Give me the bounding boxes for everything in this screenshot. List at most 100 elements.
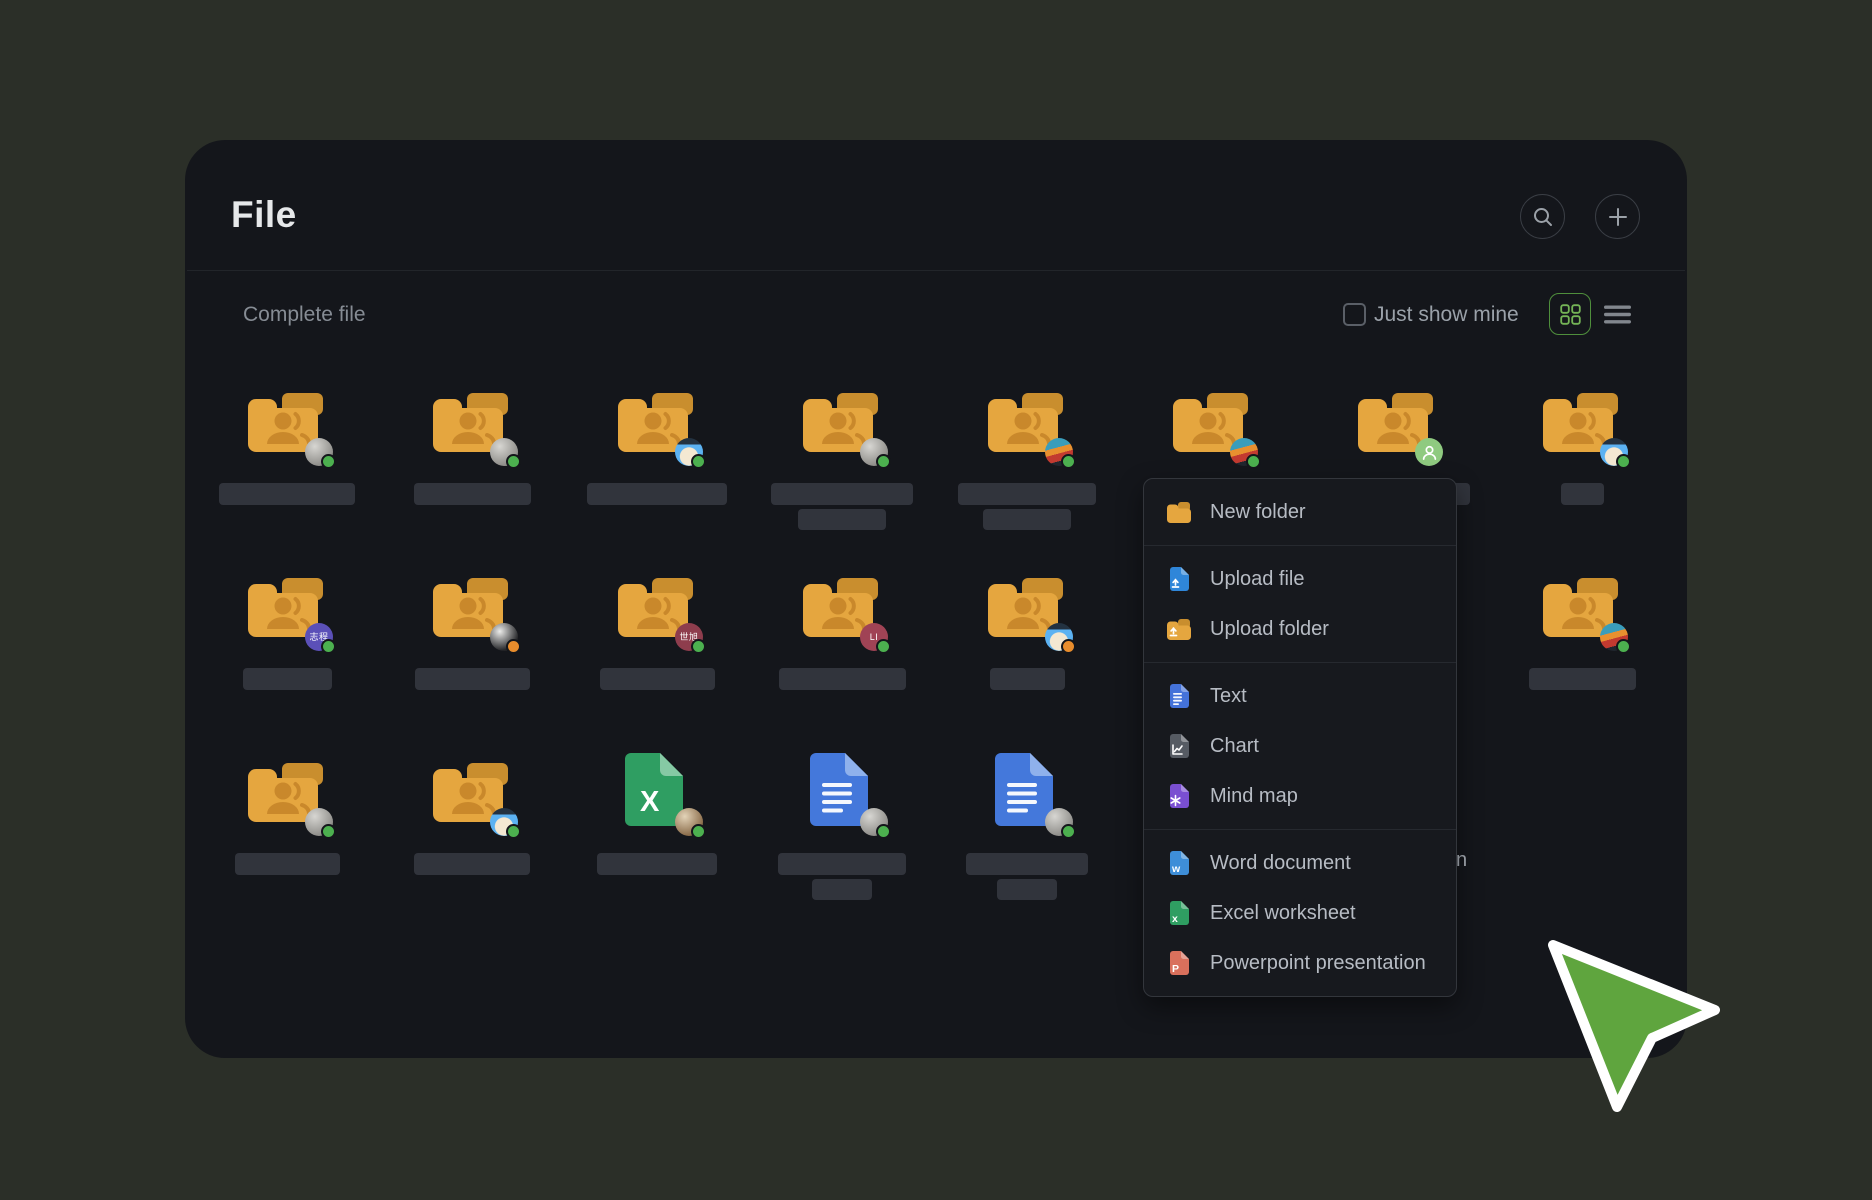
owner-avatar: LI <box>860 623 888 651</box>
owner-avatar <box>305 438 333 466</box>
excel-file-icon: X <box>625 753 683 826</box>
file-name-skeleton <box>958 483 1096 505</box>
owner-avatar <box>1045 438 1073 466</box>
word-document-icon: w <box>1166 850 1192 876</box>
presence-dot <box>691 824 706 839</box>
presence-dot <box>1246 454 1261 469</box>
file-grid-item[interactable]: 世旭 <box>589 573 745 723</box>
owner-avatar <box>1600 623 1628 651</box>
file-manager-window: File Complete file Just show mine <box>185 140 1687 1058</box>
menu-item-upload-file[interactable]: Upload file <box>1144 554 1456 604</box>
file-grid-item[interactable] <box>219 758 375 908</box>
menu-item-mind-map[interactable]: Mind map <box>1144 771 1456 821</box>
presence-dot <box>506 454 521 469</box>
svg-text:w: w <box>1171 863 1181 875</box>
file-name-skeleton <box>990 668 1065 690</box>
owner-avatar <box>860 808 888 836</box>
presence-dot <box>876 824 891 839</box>
file-grid-item[interactable]: 志程 <box>219 573 375 723</box>
presence-dot <box>1616 454 1631 469</box>
file-name-skeleton <box>414 483 531 505</box>
presence-dot <box>321 824 336 839</box>
presence-dot <box>506 824 521 839</box>
desktop-background: File Complete file Just show mine <box>0 0 1872 1200</box>
file-grid-item[interactable]: LI <box>774 573 930 723</box>
mind-map-icon <box>1166 783 1192 809</box>
owner-avatar <box>1415 438 1443 466</box>
file-name-skeleton <box>415 668 530 690</box>
upload-folder-icon <box>1166 616 1192 642</box>
mouse-cursor <box>1510 905 1750 1135</box>
presence-dot <box>691 454 706 469</box>
file-grid-item[interactable] <box>959 388 1115 538</box>
file-grid-item[interactable]: X <box>589 758 745 908</box>
context-menu: New folder Upload file Upload folder Tex… <box>1143 478 1457 997</box>
file-name-skeleton <box>600 668 715 690</box>
presence-dot <box>876 454 891 469</box>
file-grid-item[interactable] <box>589 388 745 538</box>
file-name-skeleton <box>587 483 727 505</box>
file-name-skeleton <box>983 509 1071 530</box>
menu-item-label: New folder <box>1210 501 1306 524</box>
presence-dot <box>1061 824 1076 839</box>
file-name-skeleton <box>597 853 717 875</box>
menu-item-label: Chart <box>1210 735 1259 758</box>
owner-avatar <box>675 808 703 836</box>
menu-item-upload-folder[interactable]: Upload folder <box>1144 604 1456 654</box>
file-grid-item[interactable] <box>774 758 930 908</box>
owner-avatar <box>1045 808 1073 836</box>
menu-item-label: Upload folder <box>1210 618 1329 641</box>
file-grid-item[interactable] <box>774 388 930 538</box>
file-name-skeleton <box>997 879 1057 900</box>
presence-dot <box>876 639 891 654</box>
file-grid-item[interactable] <box>1514 388 1670 538</box>
menu-item-label: Powerpoint presentation <box>1210 952 1426 975</box>
owner-avatar: 世旭 <box>675 623 703 651</box>
file-grid-item[interactable] <box>404 573 560 723</box>
file-grid-item[interactable] <box>219 388 375 538</box>
menu-item-label: Upload file <box>1210 568 1305 591</box>
owner-avatar <box>860 438 888 466</box>
menu-item-excel-worksheet[interactable]: x Excel worksheet <box>1144 888 1456 938</box>
file-grid-item[interactable] <box>959 758 1115 908</box>
presence-dot <box>321 639 336 654</box>
presence-dot <box>1061 639 1076 654</box>
presence-dot <box>1616 639 1631 654</box>
menu-item-chart[interactable]: Chart <box>1144 721 1456 771</box>
chart-icon <box>1166 733 1192 759</box>
menu-item-text[interactable]: Text <box>1144 671 1456 721</box>
svg-text:x: x <box>1172 913 1178 925</box>
file-name-skeleton <box>812 879 872 900</box>
member-icon <box>1421 444 1438 461</box>
presence-dot <box>1061 454 1076 469</box>
file-name-skeleton <box>778 853 906 875</box>
file-name-skeleton <box>1529 668 1636 690</box>
file-name-skeleton <box>1561 483 1604 505</box>
context-menu-group: w Word document x Excel worksheet P Powe… <box>1144 829 1456 996</box>
file-name-skeleton <box>779 668 906 690</box>
owner-avatar <box>675 438 703 466</box>
presence-dot <box>506 639 521 654</box>
text-icon <box>1166 683 1192 709</box>
file-name-skeleton <box>966 853 1088 875</box>
file-name-skeleton <box>771 483 913 505</box>
owner-avatar <box>1230 438 1258 466</box>
powerpoint-presentation-icon: P <box>1166 950 1192 976</box>
menu-item-label: Text <box>1210 685 1247 708</box>
file-grid-item[interactable] <box>959 573 1115 723</box>
file-grid-item[interactable] <box>404 758 560 908</box>
presence-dot <box>691 639 706 654</box>
menu-item-word-document[interactable]: w Word document <box>1144 838 1456 888</box>
document-file-icon <box>810 753 868 826</box>
owner-avatar <box>305 808 333 836</box>
file-name-skeleton <box>219 483 355 505</box>
file-name-skeleton <box>243 668 332 690</box>
menu-item-powerpoint-presentation[interactable]: P Powerpoint presentation <box>1144 938 1456 988</box>
context-menu-group: New folder <box>1144 479 1456 545</box>
menu-item-new-folder[interactable]: New folder <box>1144 487 1456 537</box>
svg-text:P: P <box>1172 963 1179 975</box>
obscured-item-name-fragment: n <box>1456 849 1467 872</box>
document-file-icon <box>995 753 1053 826</box>
file-grid-item[interactable] <box>404 388 560 538</box>
file-grid-item[interactable] <box>1514 573 1670 723</box>
